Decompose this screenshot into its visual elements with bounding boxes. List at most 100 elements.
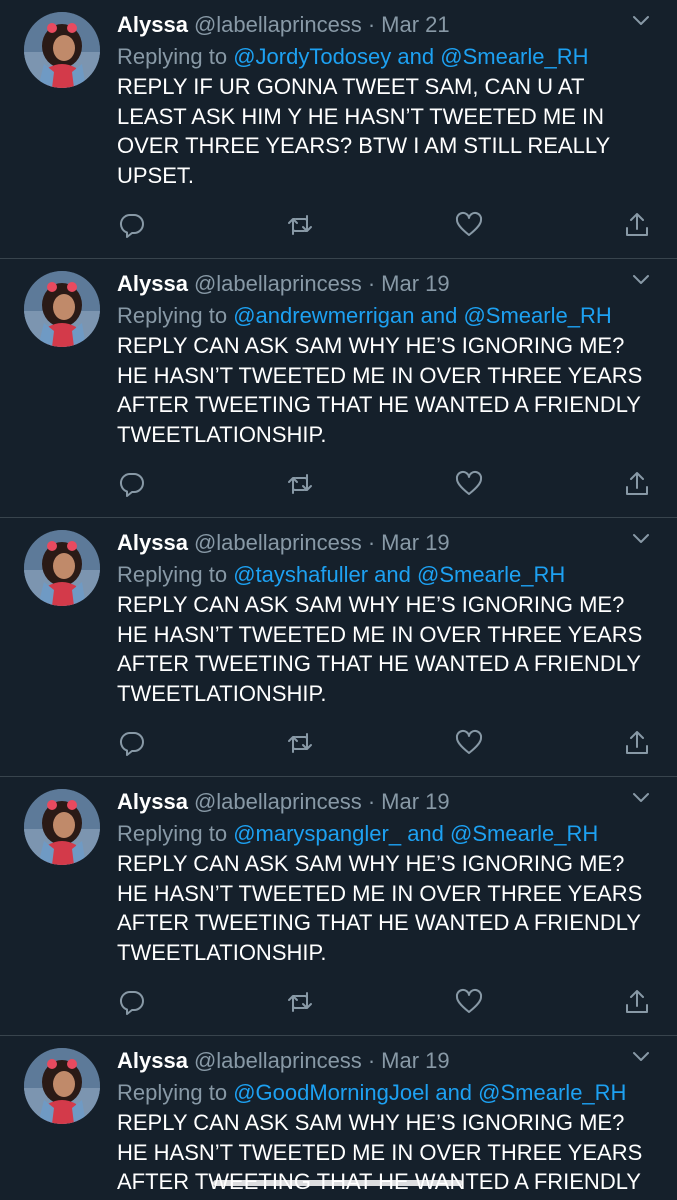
like-button[interactable]	[454, 728, 484, 758]
user-handle[interactable]: @labellaprincess	[194, 1048, 362, 1073]
heart-icon	[455, 211, 483, 236]
separator-dot: ·	[367, 1048, 376, 1073]
separator-dot: ·	[367, 12, 376, 37]
tweet[interactable]: Alyssa @labellaprincess · Mar 19 Replying t…	[0, 518, 677, 777]
reply-button[interactable]	[117, 728, 147, 758]
display-name[interactable]: Alyssa	[117, 789, 188, 814]
mention-link[interactable]: @Smearle_RH	[450, 821, 598, 846]
share-button[interactable]	[622, 987, 652, 1017]
user-handle[interactable]: @labellaprincess	[194, 12, 362, 37]
tweet-actions	[117, 987, 657, 1017]
display-name[interactable]: Alyssa	[117, 1048, 188, 1073]
tweet-actions	[117, 728, 657, 758]
tweet[interactable]: Alyssa @labellaprincess · Mar 21 Replying t…	[0, 0, 677, 259]
heart-icon	[455, 988, 483, 1013]
share-icon	[626, 213, 648, 236]
chevron-down-icon[interactable]	[631, 532, 651, 546]
share-icon	[626, 990, 648, 1013]
share-button[interactable]	[622, 469, 652, 499]
user-handle[interactable]: @labellaprincess	[194, 789, 362, 814]
mention-link[interactable]: @andrewmerrigan	[233, 303, 414, 328]
tweet-header: Alyssa @labellaprincess · Mar 19	[117, 269, 450, 299]
avatar[interactable]	[24, 530, 100, 606]
replying-to: Replying to @JordyTodosey and @Smearle_R…	[117, 42, 589, 72]
tweet-actions	[117, 469, 657, 499]
tweet-text: REPLY CAN ASK SAM WHY HE’S IGNORING ME? …	[117, 333, 643, 447]
tweet[interactable]: Alyssa @labellaprincess · Mar 19 Replying t…	[0, 1036, 677, 1200]
heart-icon	[455, 470, 483, 495]
mention-link[interactable]: @Smearle_RH	[440, 44, 588, 69]
mention-link[interactable]: @tayshafuller	[233, 562, 368, 587]
tweet-text: REPLY IF UR GONNA TWEET SAM, CAN U AT LE…	[117, 74, 610, 188]
mention-link[interactable]: @maryspangler_	[233, 821, 401, 846]
share-button[interactable]	[622, 210, 652, 240]
reply-button[interactable]	[117, 987, 147, 1017]
user-handle[interactable]: @labellaprincess	[194, 271, 362, 296]
tweet-date[interactable]: Mar 21	[381, 12, 449, 37]
reply-button[interactable]	[117, 210, 147, 240]
mention-conjunction[interactable]: and	[407, 821, 444, 846]
replying-to-label: Replying to	[117, 44, 228, 69]
timeline-feed: Alyssa @labellaprincess · Mar 21 Replying t…	[0, 0, 677, 1200]
replying-to-label: Replying to	[117, 303, 228, 328]
avatar-image	[24, 12, 100, 88]
replying-to-label: Replying to	[117, 821, 228, 846]
retweet-button[interactable]	[285, 728, 315, 758]
display-name[interactable]: Alyssa	[117, 530, 188, 555]
tweet-header: Alyssa @labellaprincess · Mar 21	[117, 10, 450, 40]
replying-to: Replying to @tayshafuller and @Smearle_R…	[117, 560, 565, 590]
display-name[interactable]: Alyssa	[117, 271, 188, 296]
tweet-header: Alyssa @labellaprincess · Mar 19	[117, 1046, 450, 1076]
replying-to: Replying to @andrewmerrigan and @Smearle…	[117, 301, 612, 331]
tweet-actions	[117, 210, 657, 240]
retweet-icon	[288, 215, 312, 235]
tweet[interactable]: Alyssa @labellaprincess · Mar 19 Replying t…	[0, 777, 677, 1036]
tweet-date[interactable]: Mar 19	[381, 271, 449, 296]
retweet-button[interactable]	[285, 469, 315, 499]
share-button[interactable]	[622, 728, 652, 758]
reply-icon	[119, 990, 144, 1015]
avatar[interactable]	[24, 12, 100, 88]
mention-conjunction[interactable]: and	[397, 44, 434, 69]
tweet-text: REPLY CAN ASK SAM WHY HE’S IGNORING ME? …	[117, 592, 643, 706]
mention-link[interactable]: @Smearle_RH	[417, 562, 565, 587]
like-button[interactable]	[454, 210, 484, 240]
retweet-button[interactable]	[285, 987, 315, 1017]
tweet-date[interactable]: Mar 19	[381, 789, 449, 814]
chevron-down-icon[interactable]	[631, 791, 651, 805]
display-name[interactable]: Alyssa	[117, 12, 188, 37]
like-button[interactable]	[454, 469, 484, 499]
avatar[interactable]	[24, 789, 100, 865]
avatar[interactable]	[24, 1048, 100, 1124]
reply-icon	[119, 472, 144, 497]
tweet-text: REPLY CAN ASK SAM WHY HE’S IGNORING ME? …	[117, 851, 643, 965]
separator-dot: ·	[367, 271, 376, 296]
retweet-button[interactable]	[285, 210, 315, 240]
mention-conjunction[interactable]: and	[374, 562, 411, 587]
mention-link[interactable]: @Smearle_RH	[478, 1080, 626, 1105]
tweet-date[interactable]: Mar 19	[381, 530, 449, 555]
reply-button[interactable]	[117, 469, 147, 499]
tweet[interactable]: Alyssa @labellaprincess · Mar 19 Replying t…	[0, 259, 677, 518]
avatar-image	[24, 789, 100, 865]
replying-to: Replying to @GoodMorningJoel and @Smearl…	[117, 1078, 626, 1108]
tweet-date[interactable]: Mar 19	[381, 1048, 449, 1073]
replying-to-label: Replying to	[117, 1080, 228, 1105]
mention-link[interactable]: @GoodMorningJoel	[233, 1080, 429, 1105]
retweet-icon	[288, 733, 312, 753]
home-indicator[interactable]	[213, 1180, 463, 1186]
separator-dot: ·	[367, 789, 376, 814]
like-button[interactable]	[454, 987, 484, 1017]
chevron-down-icon[interactable]	[631, 1050, 651, 1064]
mention-conjunction[interactable]: and	[435, 1080, 472, 1105]
mention-link[interactable]: @JordyTodosey	[233, 44, 391, 69]
chevron-down-icon[interactable]	[631, 14, 651, 28]
mention-link[interactable]: @Smearle_RH	[463, 303, 611, 328]
replying-to-label: Replying to	[117, 562, 228, 587]
separator-dot: ·	[367, 530, 376, 555]
avatar[interactable]	[24, 271, 100, 347]
retweet-icon	[288, 474, 312, 494]
user-handle[interactable]: @labellaprincess	[194, 530, 362, 555]
mention-conjunction[interactable]: and	[421, 303, 458, 328]
chevron-down-icon[interactable]	[631, 273, 651, 287]
